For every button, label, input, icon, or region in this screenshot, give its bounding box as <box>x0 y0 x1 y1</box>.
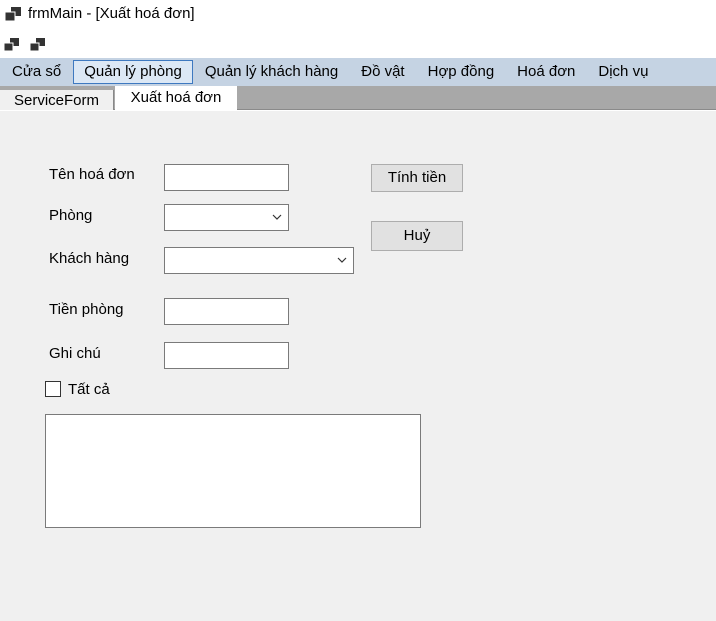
calculate-button[interactable]: Tính tiền <box>371 164 463 192</box>
room-fee-label: Tiền phòng <box>49 301 124 318</box>
invoice-listbox[interactable] <box>45 414 421 528</box>
cancel-button[interactable]: Huỷ <box>371 221 463 251</box>
room-select[interactable] <box>164 204 289 231</box>
chevron-down-icon <box>337 257 347 263</box>
room-fee-input[interactable] <box>164 298 289 325</box>
all-checkbox[interactable] <box>45 381 61 397</box>
mdi-child-icon[interactable] <box>4 38 20 52</box>
menu-item-customer-management[interactable]: Quản lý khách hàng <box>194 60 349 84</box>
customer-label: Khách hàng <box>49 250 130 267</box>
room-label: Phòng <box>49 207 93 224</box>
mdi-tab-strip: ServiceForm Xuất hoá đơn <box>0 86 716 110</box>
mdi-window-icon <box>5 7 21 21</box>
invoice-name-input[interactable] <box>164 164 289 191</box>
note-input[interactable] <box>164 342 289 369</box>
invoice-name-label: Tên hoá đơn <box>49 166 135 183</box>
menu-item-services[interactable]: Dịch vụ <box>587 60 659 84</box>
menu-item-room-management[interactable]: Quản lý phòng <box>73 60 193 84</box>
note-label: Ghi chú <box>49 345 101 362</box>
menu-item-invoices[interactable]: Hoá đơn <box>506 60 586 84</box>
menu-item-window[interactable]: Cửa sổ <box>1 60 72 84</box>
menu-bar: Cửa sổ Quản lý phòng Quản lý khách hàng … <box>0 58 716 86</box>
title-bar: frmMain - [Xuất hoá đơn] <box>0 0 716 30</box>
menu-item-items[interactable]: Đồ vật <box>350 60 415 84</box>
window-title: frmMain - [Xuất hoá đơn] <box>28 5 195 22</box>
invoice-form: Tên hoá đơn Phòng Khách hàng Tiền phòng … <box>0 111 716 621</box>
chevron-down-icon <box>272 214 282 220</box>
menu-item-contracts[interactable]: Hợp đồng <box>417 60 506 84</box>
customer-select[interactable] <box>164 247 354 274</box>
all-checkbox-label[interactable]: Tất cả <box>68 381 110 398</box>
tab-service-form[interactable]: ServiceForm <box>0 90 114 110</box>
mdi-controls-row <box>0 30 716 58</box>
tab-invoice-export[interactable]: Xuất hoá đơn <box>115 86 237 110</box>
mdi-restore-icon[interactable] <box>30 38 46 52</box>
